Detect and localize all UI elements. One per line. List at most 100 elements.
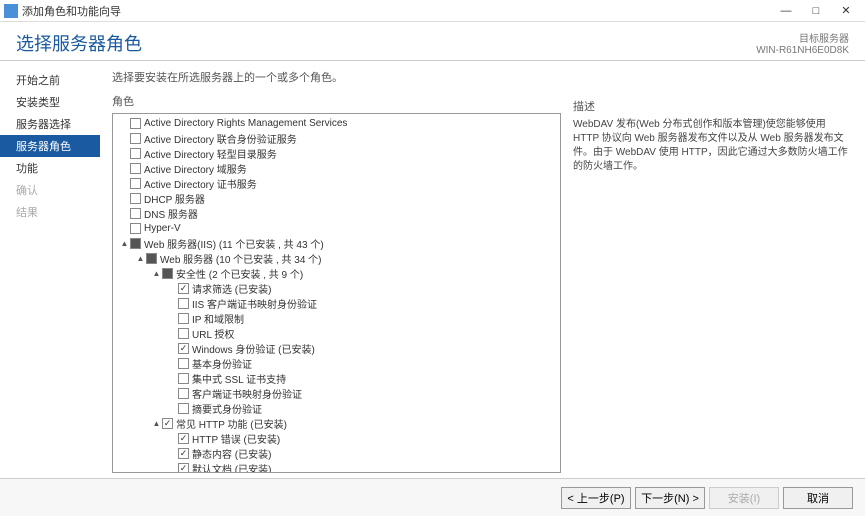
- tree-row[interactable]: DNS 服务器: [115, 206, 558, 221]
- tree-spacer: [119, 118, 130, 129]
- tree-label[interactable]: 集中式 SSL 证书支持: [192, 371, 286, 386]
- checkbox[interactable]: [178, 403, 189, 414]
- tree-label[interactable]: 客户端证书映射身份验证: [192, 386, 302, 401]
- tree-label[interactable]: URL 授权: [192, 326, 234, 341]
- roles-tree[interactable]: Active Directory Rights Management Servi…: [112, 113, 561, 473]
- checkbox[interactable]: [178, 298, 189, 309]
- checkbox[interactable]: [178, 388, 189, 399]
- tree-label[interactable]: Active Directory 域服务: [144, 161, 247, 176]
- checkbox[interactable]: [130, 223, 141, 234]
- tree-row[interactable]: Active Directory 轻型目录服务: [115, 146, 558, 161]
- tree-label[interactable]: HTTP 错误 (已安装): [192, 431, 280, 446]
- tree-label[interactable]: Hyper-V: [144, 223, 181, 234]
- sidebar-item-4[interactable]: 功能: [0, 157, 100, 179]
- tree-label[interactable]: Active Directory 联合身份验证服务: [144, 131, 297, 146]
- tree-row[interactable]: 客户端证书映射身份验证: [115, 386, 558, 401]
- close-button[interactable]: ✕: [831, 1, 861, 21]
- tree-label[interactable]: 静态内容 (已安装): [192, 446, 271, 461]
- tree-row[interactable]: 基本身份验证: [115, 356, 558, 371]
- checkbox[interactable]: [178, 373, 189, 384]
- checkbox[interactable]: [130, 163, 141, 174]
- main: 开始之前安装类型服务器选择服务器角色功能确认结果 选择要安装在所选服务器上的一个…: [0, 61, 865, 481]
- tree-row[interactable]: 摘要式身份验证: [115, 401, 558, 416]
- tree-label[interactable]: Active Directory 轻型目录服务: [144, 146, 277, 161]
- next-button[interactable]: 下一步(N) >: [635, 487, 705, 509]
- checkbox[interactable]: [178, 328, 189, 339]
- tree-row[interactable]: ▲ Web 服务器(IIS) (11 个已安装 , 共 43 个): [115, 236, 558, 251]
- tree-row[interactable]: Active Directory 联合身份验证服务: [115, 131, 558, 146]
- tree-row[interactable]: 默认文档 (已安装): [115, 461, 558, 473]
- tree-row[interactable]: ▲ 常见 HTTP 功能 (已安装): [115, 416, 558, 431]
- sidebar-item-0[interactable]: 开始之前: [0, 69, 100, 91]
- checkbox[interactable]: [130, 193, 141, 204]
- tree-label[interactable]: Windows 身份验证 (已安装): [192, 341, 315, 356]
- tree-label[interactable]: IIS 客户端证书映射身份验证: [192, 296, 317, 311]
- checkbox[interactable]: [146, 253, 157, 264]
- tree-label[interactable]: DNS 服务器: [144, 206, 198, 221]
- tree-label[interactable]: 默认文档 (已安装): [192, 461, 271, 473]
- tree-label[interactable]: 常见 HTTP 功能 (已安装): [176, 416, 287, 431]
- content: 选择要安装在所选服务器上的一个或多个角色。 角色 Active Director…: [100, 61, 865, 481]
- checkbox[interactable]: [130, 238, 141, 249]
- tree-label[interactable]: Web 服务器 (10 个已安装 , 共 34 个): [160, 251, 322, 266]
- tree-row[interactable]: ▲ Web 服务器 (10 个已安装 , 共 34 个): [115, 251, 558, 266]
- checkbox[interactable]: [130, 148, 141, 159]
- tree-row[interactable]: Active Directory 证书服务: [115, 176, 558, 191]
- install-button[interactable]: 安装(I): [709, 487, 779, 509]
- tree-row[interactable]: ▲ 安全性 (2 个已安装 , 共 9 个): [115, 266, 558, 281]
- checkbox[interactable]: [130, 133, 141, 144]
- checkbox[interactable]: [178, 463, 189, 473]
- checkbox[interactable]: [178, 358, 189, 369]
- tree-label[interactable]: IP 和域限制: [192, 311, 244, 326]
- tree-label[interactable]: 安全性 (2 个已安装 , 共 9 个): [176, 266, 303, 281]
- minimize-button[interactable]: —: [771, 1, 801, 21]
- tree-row[interactable]: Active Directory Rights Management Servi…: [115, 116, 558, 131]
- collapse-icon[interactable]: ▲: [151, 268, 162, 279]
- checkbox[interactable]: [162, 268, 173, 279]
- sidebar-item-2[interactable]: 服务器选择: [0, 113, 100, 135]
- tree-label[interactable]: 摘要式身份验证: [192, 401, 262, 416]
- checkbox[interactable]: [130, 178, 141, 189]
- collapse-icon[interactable]: ▲: [151, 418, 162, 429]
- sidebar-item-1[interactable]: 安装类型: [0, 91, 100, 113]
- tree-row[interactable]: 集中式 SSL 证书支持: [115, 371, 558, 386]
- tree-label[interactable]: Active Directory 证书服务: [144, 176, 257, 191]
- collapse-icon[interactable]: ▲: [135, 253, 146, 264]
- tree-spacer: [119, 193, 130, 204]
- tree-spacer: [167, 388, 178, 399]
- description-column: 描述 WebDAV 发布(Web 分布式创作和版本管理)使您能够使用 HTTP …: [573, 69, 853, 473]
- prev-button[interactable]: < 上一步(P): [561, 487, 631, 509]
- tree-row[interactable]: 请求筛选 (已安装): [115, 281, 558, 296]
- tree-row[interactable]: Active Directory 域服务: [115, 161, 558, 176]
- tree-row[interactable]: Hyper-V: [115, 221, 558, 236]
- checkbox[interactable]: [178, 433, 189, 444]
- tree-row[interactable]: 静态内容 (已安装): [115, 446, 558, 461]
- tree-label[interactable]: Active Directory Rights Management Servi…: [144, 118, 347, 129]
- checkbox[interactable]: [178, 313, 189, 324]
- tree-row[interactable]: IP 和域限制: [115, 311, 558, 326]
- tree-row[interactable]: IIS 客户端证书映射身份验证: [115, 296, 558, 311]
- tree-spacer: [167, 328, 178, 339]
- tree-spacer: [119, 148, 130, 159]
- checkbox[interactable]: [178, 343, 189, 354]
- tree-label[interactable]: 基本身份验证: [192, 356, 252, 371]
- tree-row[interactable]: Windows 身份验证 (已安装): [115, 341, 558, 356]
- checkbox[interactable]: [162, 418, 173, 429]
- tree-spacer: [167, 433, 178, 444]
- tree-label[interactable]: DHCP 服务器: [144, 191, 205, 206]
- checkbox[interactable]: [178, 448, 189, 459]
- sidebar-item-3[interactable]: 服务器角色: [0, 135, 100, 157]
- header: 选择服务器角色 目标服务器 WIN-R61NH6E0D8K: [0, 22, 865, 61]
- maximize-button[interactable]: □: [801, 1, 831, 21]
- checkbox[interactable]: [130, 208, 141, 219]
- tree-row[interactable]: DHCP 服务器: [115, 191, 558, 206]
- checkbox[interactable]: [130, 118, 141, 129]
- tree-label[interactable]: 请求筛选 (已安装): [192, 281, 271, 296]
- tree-row[interactable]: URL 授权: [115, 326, 558, 341]
- window-title: 添加角色和功能向导: [22, 3, 771, 19]
- cancel-button[interactable]: 取消: [783, 487, 853, 509]
- collapse-icon[interactable]: ▲: [119, 238, 130, 249]
- checkbox[interactable]: [178, 283, 189, 294]
- tree-label[interactable]: Web 服务器(IIS) (11 个已安装 , 共 43 个): [144, 236, 324, 251]
- tree-row[interactable]: HTTP 错误 (已安装): [115, 431, 558, 446]
